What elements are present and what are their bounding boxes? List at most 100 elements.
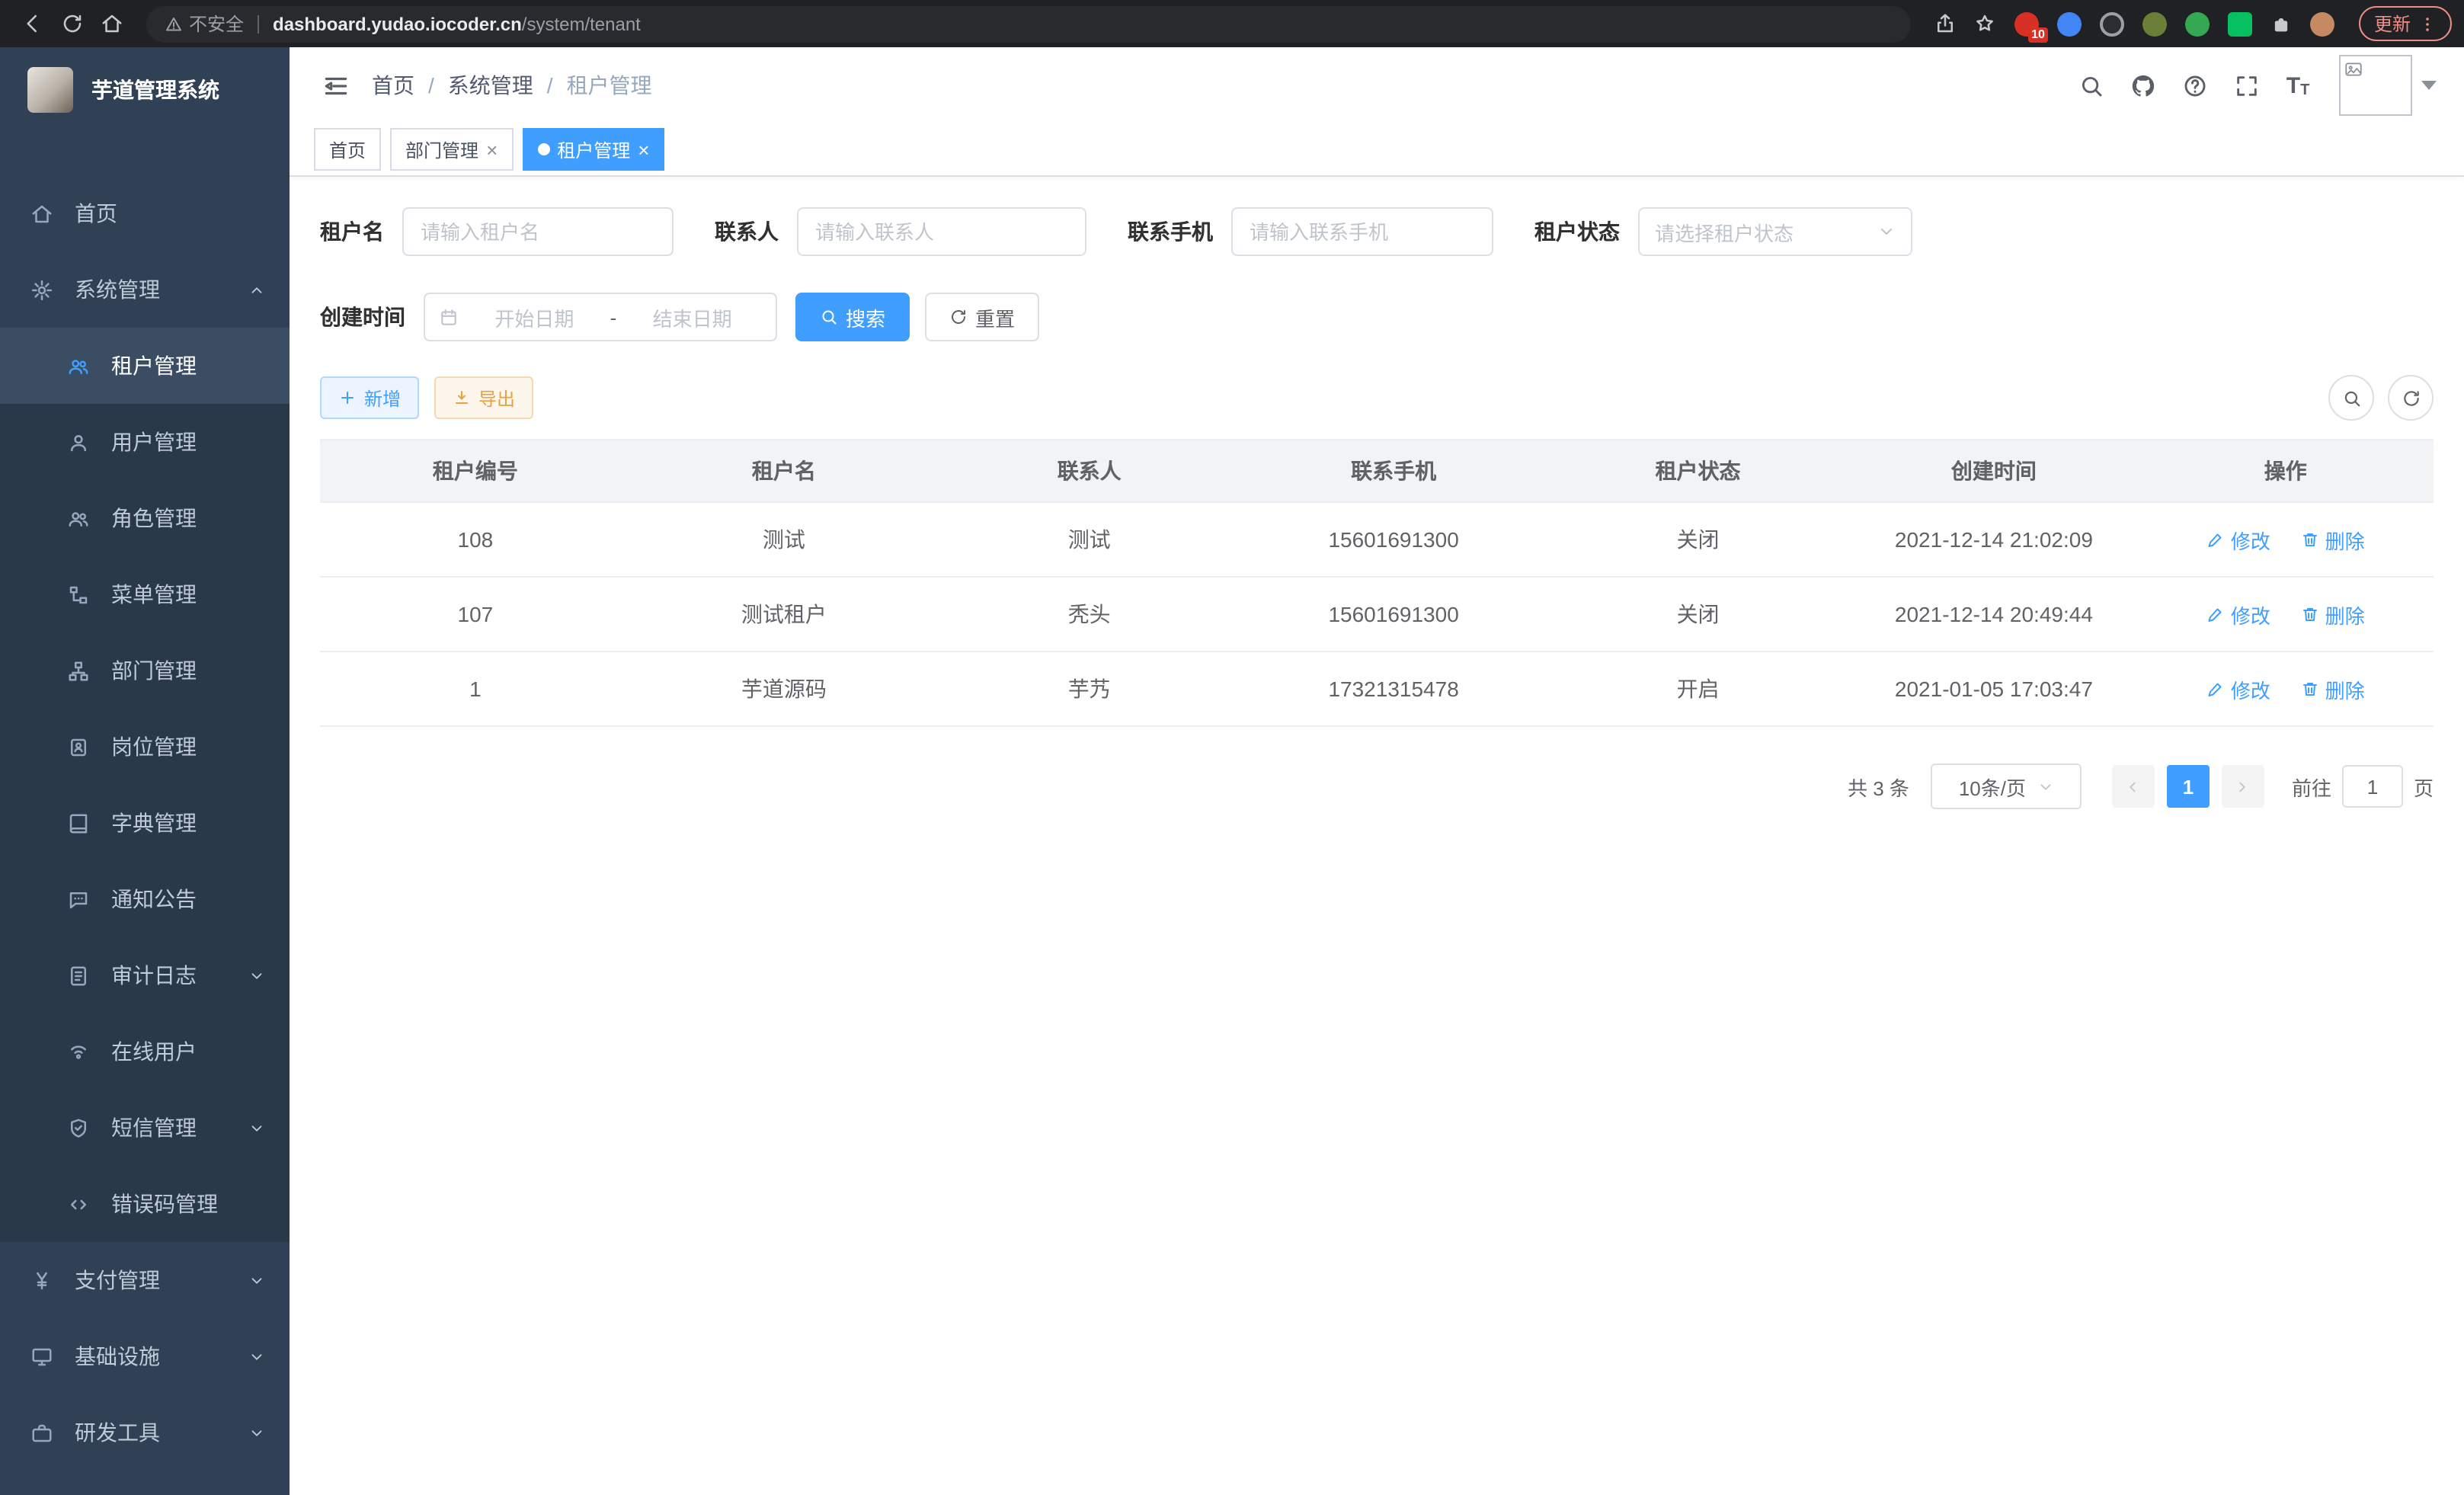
goto-page-input[interactable] [2342, 765, 2403, 808]
font-size-button[interactable]: TT [2272, 47, 2324, 123]
question-icon [2181, 72, 2207, 98]
warning-icon [165, 14, 183, 33]
pagination-total: 共 3 条 [1848, 772, 1909, 801]
kebab-menu-icon[interactable] [2418, 14, 2437, 33]
address-bar[interactable]: 不安全 dashboard.yudao.iocoder.cn/system/te… [146, 5, 1911, 42]
breadcrumb-item[interactable]: 首页 [372, 70, 414, 101]
update-label: 更新 [2374, 11, 2411, 37]
sidebar-item-post[interactable]: 岗位管理 [0, 709, 290, 785]
edit-link[interactable]: 修改 [2206, 600, 2270, 629]
extension-icon-4[interactable] [2142, 11, 2167, 36]
help-button[interactable] [2168, 47, 2220, 123]
extensions-puzzle-icon[interactable] [2261, 4, 2301, 43]
browser-back-button[interactable] [12, 4, 52, 43]
sidebar-toggle-button[interactable] [311, 47, 360, 123]
sidebar-item-online[interactable]: 在线用户 [0, 1013, 290, 1090]
status-select[interactable]: 请选择租户状态 [1638, 207, 1912, 256]
bookmark-star-button[interactable] [1966, 4, 2005, 43]
delete-link[interactable]: 删除 [2301, 600, 2365, 629]
sidebar-item-system[interactable]: 系统管理 [0, 251, 290, 328]
sidebar-item-user[interactable]: 用户管理 [0, 404, 290, 480]
cell-mobile: 15601691300 [1241, 502, 1545, 577]
sidebar-item-dict[interactable]: 字典管理 [0, 785, 290, 861]
refresh-table-button[interactable] [2388, 375, 2434, 421]
sidebar-item-notice[interactable]: 通知公告 [0, 861, 290, 937]
breadcrumb-item[interactable]: 系统管理 [448, 70, 533, 101]
sidebar-item-menu[interactable]: 菜单管理 [0, 556, 290, 632]
role-icon [67, 507, 90, 530]
tag-dept[interactable]: 部门管理 × [390, 128, 513, 171]
browser-profile-avatar[interactable] [2310, 11, 2334, 36]
trash-icon [2301, 605, 2319, 623]
sidebar-item-label: 用户管理 [111, 427, 197, 457]
sidebar-item-label: 首页 [75, 198, 117, 229]
breadcrumb: 首页 / 系统管理 / 租户管理 [372, 70, 652, 101]
extension-icon-5[interactable] [2185, 11, 2210, 36]
tag-home[interactable]: 首页 [314, 128, 381, 171]
mobile-input[interactable] [1231, 207, 1493, 256]
browser-chrome: 不安全 dashboard.yudao.iocoder.cn/system/te… [0, 0, 2464, 47]
search-button[interactable]: 搜索 [795, 293, 910, 341]
gear-icon [30, 278, 53, 301]
delete-link[interactable]: 删除 [2301, 674, 2365, 703]
browser-update-button[interactable]: 更新 [2359, 6, 2452, 41]
sidebar-item-home[interactable]: 首页 [0, 175, 290, 251]
fullscreen-button[interactable] [2220, 47, 2272, 123]
page-number-current[interactable]: 1 [2167, 765, 2210, 808]
extension-icon-2[interactable] [2057, 11, 2082, 36]
export-button[interactable]: 导出 [434, 376, 533, 419]
tag-close-icon[interactable]: × [486, 139, 498, 159]
sidebar-item-infra[interactable]: 基础设施 [0, 1318, 290, 1394]
toggle-search-button[interactable] [2328, 375, 2374, 421]
navbar: 首页 / 系统管理 / 租户管理 TT [290, 47, 2464, 123]
filter-row-1: 租户名 联系人 联系手机 租户状态 请选择租户状态 [320, 207, 2434, 256]
browser-refresh-button[interactable] [52, 4, 91, 43]
tag-tenant-active[interactable]: 租户管理 × [522, 128, 664, 171]
next-page-button[interactable] [2222, 765, 2264, 808]
header-search-button[interactable] [2065, 47, 2117, 123]
extension-icon-3[interactable] [2100, 11, 2124, 36]
reset-button[interactable]: 重置 [925, 293, 1039, 341]
share-button[interactable] [1926, 4, 1966, 43]
sidebar-item-devtools[interactable]: 研发工具 [0, 1394, 290, 1471]
user-avatar[interactable] [2339, 55, 2412, 116]
contact-input[interactable] [797, 207, 1086, 256]
extension-icon-6[interactable] [2228, 11, 2252, 36]
chevron-left-icon [2125, 778, 2142, 795]
cell-contact: 测试 [937, 502, 1241, 577]
not-secure-warning[interactable]: 不安全 [165, 11, 244, 37]
sidebar-item-sms[interactable]: 短信管理 [0, 1090, 290, 1166]
sidebar-item-label: 通知公告 [111, 884, 197, 914]
column-header: 联系手机 [1241, 440, 1545, 502]
date-range-picker[interactable]: 开始日期 - 结束日期 [424, 293, 777, 341]
tag-label: 租户管理 [557, 136, 630, 162]
sidebar-item-payment[interactable]: 支付管理 [0, 1242, 290, 1318]
sidebar-item-dept[interactable]: 部门管理 [0, 632, 290, 709]
browser-home-button[interactable] [91, 4, 131, 43]
edit-link[interactable]: 修改 [2206, 674, 2270, 703]
tenant-name-input[interactable] [402, 207, 674, 256]
add-button[interactable]: 新增 [320, 376, 419, 419]
breadcrumb-separator: / [428, 73, 434, 98]
sidebar-item-tenant[interactable]: 租户管理 [0, 328, 290, 404]
app-logo[interactable]: 芋道管理系统 [0, 47, 290, 133]
prev-page-button[interactable] [2112, 765, 2155, 808]
sidebar-item-errorcode[interactable]: 错误码管理 [0, 1166, 290, 1242]
github-button[interactable] [2117, 47, 2168, 123]
search-icon [820, 308, 838, 326]
sidebar-item-auditlog[interactable]: 审计日志 [0, 937, 290, 1013]
code-icon [67, 1192, 90, 1215]
chevron-down-icon [248, 1348, 265, 1365]
page-size-select[interactable]: 10条/页 [1931, 764, 2082, 809]
pencil-icon [2206, 605, 2225, 623]
avatar-caret-down-icon[interactable] [2421, 81, 2437, 90]
chevron-down-icon [2037, 778, 2053, 795]
edit-link[interactable]: 修改 [2206, 525, 2270, 554]
sidebar-item-role[interactable]: 角色管理 [0, 480, 290, 556]
tags-view: 首页 部门管理 × 租户管理 × [290, 123, 2464, 177]
delete-link[interactable]: 删除 [2301, 525, 2365, 554]
sidebar-item-label: 基础设施 [75, 1341, 160, 1372]
extension-icon-1[interactable]: 10 [2014, 11, 2039, 36]
tag-close-icon[interactable]: × [638, 139, 649, 159]
url-path: /system/tenant [522, 13, 641, 34]
